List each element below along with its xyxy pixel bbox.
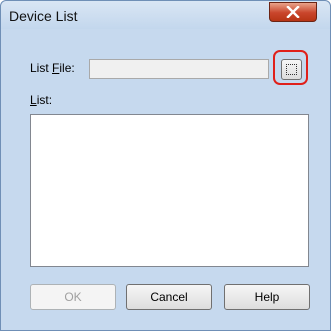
list-file-label-suffix: ile: bbox=[59, 61, 75, 75]
list-file-label: List File: bbox=[30, 61, 75, 75]
ok-button[interactable]: OK bbox=[30, 284, 116, 310]
list-label-suffix: ist: bbox=[36, 93, 53, 107]
window-title: Device List bbox=[9, 8, 78, 24]
cancel-button[interactable]: Cancel bbox=[126, 284, 212, 310]
browse-dotted-icon bbox=[286, 64, 297, 75]
device-listbox[interactable] bbox=[30, 114, 309, 267]
list-label-accel: L bbox=[30, 93, 37, 107]
title-bar[interactable]: Device List bbox=[1, 1, 330, 29]
list-label: List: bbox=[30, 93, 52, 107]
list-file-label-prefix: List bbox=[30, 61, 53, 75]
browse-button[interactable] bbox=[281, 59, 302, 80]
list-file-input[interactable] bbox=[89, 59, 269, 79]
help-button[interactable]: Help bbox=[224, 284, 310, 310]
close-icon bbox=[286, 6, 300, 18]
close-button[interactable] bbox=[269, 2, 317, 22]
